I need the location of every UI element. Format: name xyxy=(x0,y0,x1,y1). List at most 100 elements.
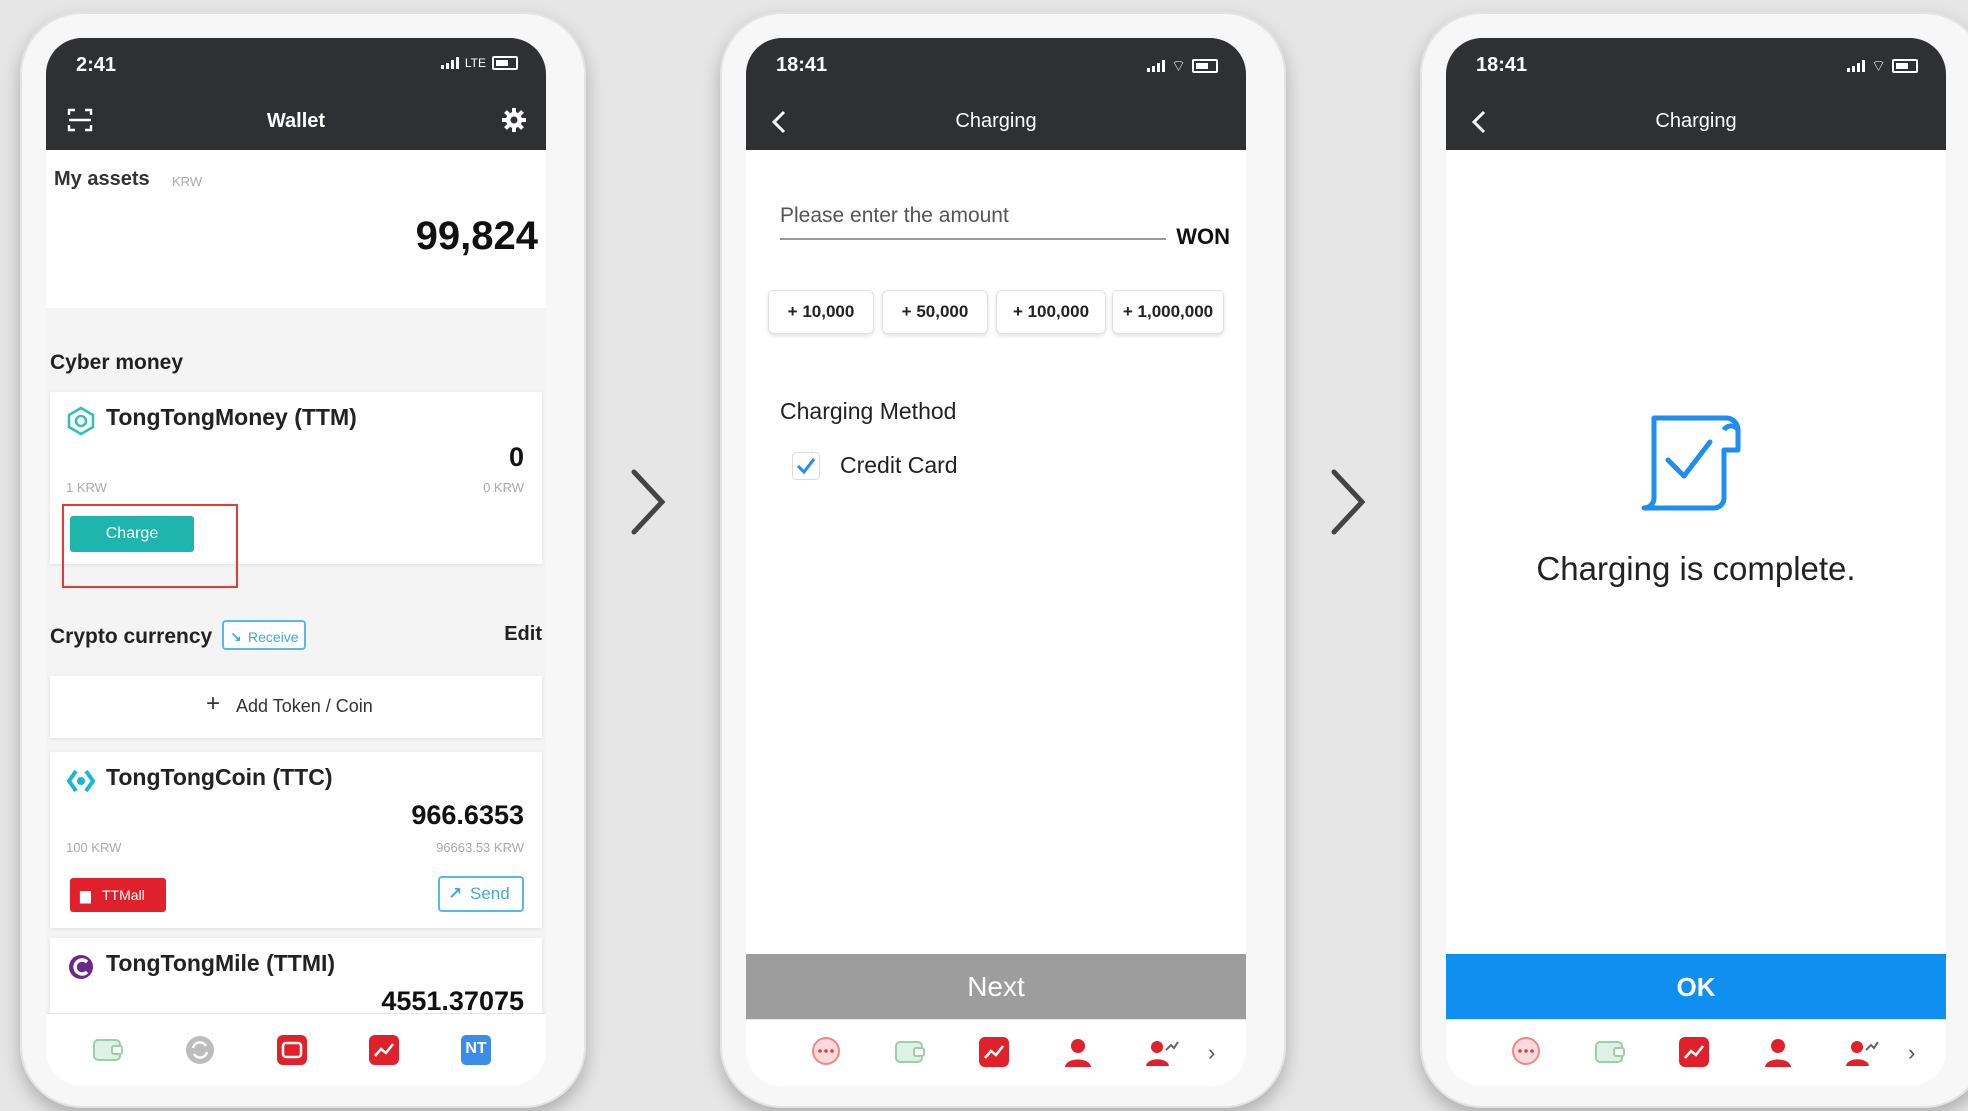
add-token-label: Add Token / Coin xyxy=(236,696,373,716)
add-token-button[interactable]: + Add Token / Coin xyxy=(50,676,542,738)
gear-icon[interactable] xyxy=(500,106,528,139)
ttc-coin-icon xyxy=(66,766,96,801)
battery-icon xyxy=(492,56,518,70)
wallet-icon[interactable] xyxy=(90,1032,126,1068)
send-label: Send xyxy=(470,884,510,903)
wifi-icon: ⌔ xyxy=(1870,58,1886,75)
checkmark-icon xyxy=(796,458,816,475)
signal-indicator: ⌔ xyxy=(1846,56,1918,76)
signal-indicator: ⌔ xyxy=(1146,56,1218,76)
credit-card-label: Credit Card xyxy=(840,452,958,478)
more-chevron-icon[interactable]: › xyxy=(1208,1040,1215,1066)
status-bar: 2:41 LTE xyxy=(46,38,546,94)
status-bar: 18:41 ⌔ xyxy=(746,38,1246,94)
phone-complete: 18:41 ⌔ Charging Charging is complete. O… xyxy=(1420,12,1968,1108)
edit-button[interactable]: Edit xyxy=(504,623,542,646)
status-time: 18:41 xyxy=(1476,54,1528,76)
nt-icon[interactable]: NT xyxy=(458,1032,494,1068)
currency-label: WON xyxy=(1176,224,1230,249)
shopping-bag-icon: ▆ xyxy=(80,887,91,903)
phone-wallet: 2:41 LTE Wallet My assets KRW 99,824 Cyb… xyxy=(20,12,586,1108)
ttc-krw-value: 96663.53 KRW xyxy=(436,840,524,855)
user-growth-icon[interactable] xyxy=(1144,1034,1180,1070)
charging-header: Charging xyxy=(746,94,1246,150)
charging-screen: 18:41 ⌔ Charging Please enter the amount… xyxy=(746,38,1246,1086)
signal-bars-icon xyxy=(440,57,459,69)
ttmi-card: TongTongMile (TTMI) 4551.37075 xyxy=(50,938,542,1018)
ttc-amount: 966.6353 xyxy=(411,800,524,830)
ttc-card: TongTongCoin (TTC) 966.6353 100 KRW 9666… xyxy=(50,752,542,928)
user-icon[interactable] xyxy=(1060,1034,1096,1070)
ttc-name: TongTongCoin (TTC) xyxy=(106,764,333,790)
credit-card-checkbox[interactable] xyxy=(792,452,820,480)
my-assets-card: My assets KRW 99,824 xyxy=(46,150,546,308)
page-title: Charging xyxy=(1655,110,1737,132)
status-time: 18:41 xyxy=(776,54,828,76)
battery-icon xyxy=(1192,59,1218,73)
send-button[interactable]: ↗ Send xyxy=(438,876,524,912)
chevron-right-icon xyxy=(1331,469,1366,535)
status-bar: 18:41 ⌔ xyxy=(1446,38,1946,94)
ttm-coin-icon xyxy=(66,406,96,441)
chart-icon[interactable] xyxy=(366,1032,402,1068)
more-chevron-icon[interactable]: › xyxy=(1908,1040,1915,1066)
status-time: 2:41 xyxy=(76,54,117,76)
ttm-krw-value: 0 KRW xyxy=(483,480,524,495)
charging-tab-bar: › xyxy=(746,1019,1246,1086)
complete-header: Charging xyxy=(1446,94,1946,150)
chat-icon[interactable] xyxy=(1508,1034,1544,1070)
wallet-icon[interactable] xyxy=(1592,1034,1628,1070)
ttmi-name: TongTongMile (TTMI) xyxy=(106,950,336,976)
receive-arrow-icon: ↘ xyxy=(230,629,242,645)
ttm-rate: 1 KRW xyxy=(66,480,107,495)
amount-input-underline xyxy=(780,238,1166,240)
chip-10000[interactable]: + 10,000 xyxy=(768,290,874,334)
ok-button[interactable]: OK xyxy=(1446,954,1946,1020)
chart-icon[interactable] xyxy=(1676,1034,1712,1070)
ttmall-label: TTMall xyxy=(102,887,145,903)
battery-icon xyxy=(1892,59,1918,73)
page-title: Charging xyxy=(955,110,1037,132)
wallet-tab-bar: NT xyxy=(46,1013,546,1086)
completion-message: Charging is complete. xyxy=(1536,550,1856,587)
total-assets-value: 99,824 xyxy=(415,214,538,258)
ttmi-coin-icon xyxy=(66,952,96,987)
ttm-amount: 0 xyxy=(508,442,524,472)
chat-icon[interactable] xyxy=(808,1034,844,1070)
chip-50000[interactable]: + 50,000 xyxy=(882,290,988,334)
complete-tab-bar: › xyxy=(1446,1019,1946,1086)
receive-button[interactable]: ↘ Receive xyxy=(222,620,306,650)
page-title: Wallet xyxy=(266,110,326,132)
user-icon[interactable] xyxy=(1760,1034,1796,1070)
next-button[interactable]: Next xyxy=(746,954,1246,1020)
coupon-icon[interactable] xyxy=(274,1032,310,1068)
nt-label: NT xyxy=(465,1040,487,1057)
plus-icon: + xyxy=(206,690,221,717)
wallet-screen: 2:41 LTE Wallet My assets KRW 99,824 Cyb… xyxy=(46,38,546,1086)
exchange-icon[interactable] xyxy=(182,1032,218,1068)
crypto-currency-title: Crypto currency xyxy=(50,625,213,648)
signal-bars-icon xyxy=(1146,60,1165,72)
send-arrow-icon: ↗ xyxy=(448,884,463,903)
ttm-name: TongTongMoney (TTM) xyxy=(106,404,357,430)
wallet-icon[interactable] xyxy=(892,1034,928,1070)
charge-highlight-box xyxy=(62,504,238,588)
signal-indicator: LTE xyxy=(440,56,518,70)
signal-bars-icon xyxy=(1846,60,1865,72)
amount-input[interactable]: Please enter the amount xyxy=(780,204,1009,228)
chip-1000000[interactable]: + 1,000,000 xyxy=(1112,290,1224,334)
complete-screen: 18:41 ⌔ Charging Charging is complete. O… xyxy=(1446,38,1946,1086)
phone-charging: 18:41 ⌔ Charging Please enter the amount… xyxy=(720,12,1286,1108)
ttmall-button[interactable]: ▆ TTMall xyxy=(70,878,166,912)
my-assets-label: My assets xyxy=(54,168,150,190)
my-assets-unit: KRW xyxy=(172,174,203,189)
chart-icon[interactable] xyxy=(976,1034,1012,1070)
user-growth-icon[interactable] xyxy=(1844,1034,1880,1070)
charging-method-title: Charging Method xyxy=(780,398,957,424)
cyber-money-title: Cyber money xyxy=(50,351,184,374)
receive-label: Receive xyxy=(248,629,299,645)
wallet-header: Wallet xyxy=(46,94,546,150)
wifi-icon: ⌔ xyxy=(1170,58,1186,75)
chip-100000[interactable]: + 100,000 xyxy=(996,290,1106,334)
receipt-check-icon xyxy=(1641,415,1741,511)
